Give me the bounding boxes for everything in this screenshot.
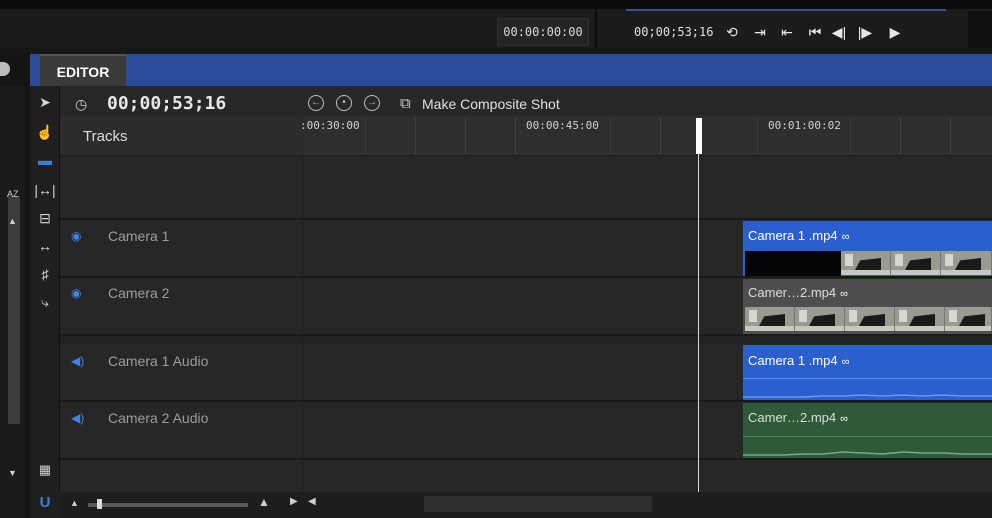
ruler-tick	[465, 118, 466, 154]
ruler-label: 00:00:45:00	[526, 119, 599, 132]
ripple-tool-icon[interactable]: |↔|	[30, 178, 60, 202]
link-icon: ∞	[840, 413, 848, 425]
zoom-out-icon[interactable]: ▲	[70, 498, 79, 508]
track-name: Camera 2 Audio	[108, 410, 209, 426]
next-edit-icon[interactable]: →	[364, 95, 380, 111]
clip-title: Camer…2.mp4	[748, 410, 837, 425]
magnet-snap-icon[interactable]: U	[30, 492, 60, 518]
tab-editor[interactable]: EDITOR	[40, 54, 126, 86]
razor-tool-icon[interactable]: ♯	[30, 262, 60, 286]
ruler-label: 00:01:00:02	[768, 119, 841, 132]
eye-icon[interactable]: ◉	[71, 283, 81, 303]
zoom-slider-track[interactable]	[88, 503, 248, 507]
link-icon: ∞	[840, 288, 848, 300]
clip-thumbnail	[795, 307, 845, 331]
slip-tool-icon[interactable]: ⊟	[30, 206, 60, 230]
playhead-handle[interactable]	[696, 118, 702, 154]
horizontal-scroll-thumb[interactable]	[424, 496, 652, 512]
center-playhead-icon[interactable]: •	[336, 95, 352, 111]
step-back-icon[interactable]: ◀|	[830, 18, 848, 46]
zoom-in-icon[interactable]: ▲	[258, 495, 270, 509]
time-ruler[interactable]	[303, 116, 992, 156]
ruler-label: :00:30:00	[300, 119, 360, 132]
clock-icon: ◷	[75, 96, 88, 112]
media-panel-scrollbar[interactable]	[8, 196, 20, 424]
ruler-tick	[850, 118, 851, 154]
clip-black-frame	[745, 251, 841, 276]
ruler-tick	[515, 118, 516, 154]
ruler-tick	[757, 118, 758, 154]
mark-out-icon[interactable]: ⇤	[778, 18, 796, 46]
ruler-tick	[660, 118, 661, 154]
column-separator	[302, 156, 303, 492]
audio-baseline	[743, 436, 992, 437]
prev-edit-icon[interactable]: ←	[308, 95, 324, 111]
zoom-slider-thumb[interactable]	[97, 499, 102, 509]
speaker-icon[interactable]: ◀)	[71, 351, 84, 371]
clip-title-row: Camer…2.mp4 ∞	[743, 284, 992, 303]
link-icon: ∞	[841, 356, 850, 368]
clip-thumbnail	[745, 307, 795, 331]
program-monitor-edge	[968, 11, 992, 48]
make-composite-shot-button[interactable]: Make Composite Shot	[422, 92, 560, 116]
filmstrip-icon[interactable]: ▦	[30, 458, 60, 482]
play-icon[interactable]: ▶	[886, 18, 904, 46]
clip-thumbnail	[891, 251, 941, 275]
ruler-tick	[900, 118, 901, 154]
track-name: Camera 1 Audio	[108, 353, 209, 369]
clip-thumbnail	[895, 307, 945, 331]
ruler-tick	[950, 118, 951, 154]
clip-thumbnail	[841, 251, 891, 275]
step-forward-icon[interactable]: |▶	[856, 18, 874, 46]
audio-waveform	[743, 451, 992, 456]
clip-title: Camer…2.mp4	[748, 285, 837, 300]
audio-waveform	[743, 394, 992, 398]
clip-title-row: Camera 1 .mp4 ∞	[743, 227, 992, 246]
clip-title: Camera 1 .mp4	[748, 353, 838, 368]
track-name: Camera 1	[108, 228, 170, 244]
source-timecode: 00:00:00:00	[497, 18, 589, 46]
clip-title-row: Camer…2.mp4 ∞	[743, 409, 992, 428]
scroll-up-icon[interactable]: ▲	[8, 216, 17, 226]
eye-icon[interactable]: ◉	[71, 226, 81, 246]
clip-title-row: Camera 1 .mp4 ∞	[743, 352, 992, 371]
hand-tool-icon[interactable]: ☝	[30, 120, 60, 144]
composite-shot-icon[interactable]: ⧉	[400, 93, 411, 115]
scroll-down-icon[interactable]: ▼	[8, 468, 17, 478]
empty-track-row	[60, 460, 992, 492]
playhead-line[interactable]	[698, 118, 699, 494]
ruler-tick	[610, 118, 611, 154]
sort-az-icon[interactable]: AZ	[7, 189, 19, 199]
tracks-title: Tracks	[83, 128, 128, 145]
slide-tool-icon[interactable]: ↔	[30, 234, 60, 258]
loop-icon[interactable]: ⟲	[723, 18, 741, 46]
speaker-icon[interactable]: ◀)	[71, 408, 84, 428]
ruler-tick	[415, 118, 416, 154]
editor-tab-bar	[30, 54, 992, 86]
link-icon: ∞	[841, 231, 850, 243]
program-monitor-accent	[626, 9, 946, 11]
clip-title: Camera 1 .mp4	[748, 228, 838, 243]
monitor-divider	[595, 9, 597, 48]
clip-thumbnail	[941, 251, 992, 275]
audio-baseline	[743, 378, 992, 379]
empty-track-row	[60, 156, 992, 220]
ruler-tick	[365, 118, 366, 154]
scroll-left-arrow-icon[interactable]: ◀	[308, 496, 316, 507]
pen-tool-icon[interactable]: ⤷	[30, 290, 60, 314]
selection-arrow-icon[interactable]: ➤	[30, 90, 60, 114]
mark-in-icon[interactable]: ⇥	[751, 18, 769, 46]
go-to-start-icon[interactable]: ⏮	[806, 18, 824, 46]
timeline-timecode[interactable]: 00;00;53;16	[107, 92, 226, 116]
track-divider	[60, 336, 992, 344]
sort-az-label: AZ	[7, 189, 19, 199]
scroll-right-arrow-icon[interactable]: ▶	[290, 496, 298, 507]
clip-thumbnail	[945, 307, 992, 331]
top-dark-strip	[0, 0, 992, 9]
clip-thumbnail	[845, 307, 895, 331]
program-timecode: 00;00;53;16	[634, 25, 714, 39]
track-name: Camera 2	[108, 285, 170, 301]
link-tool-icon[interactable]: ▬	[30, 148, 60, 172]
